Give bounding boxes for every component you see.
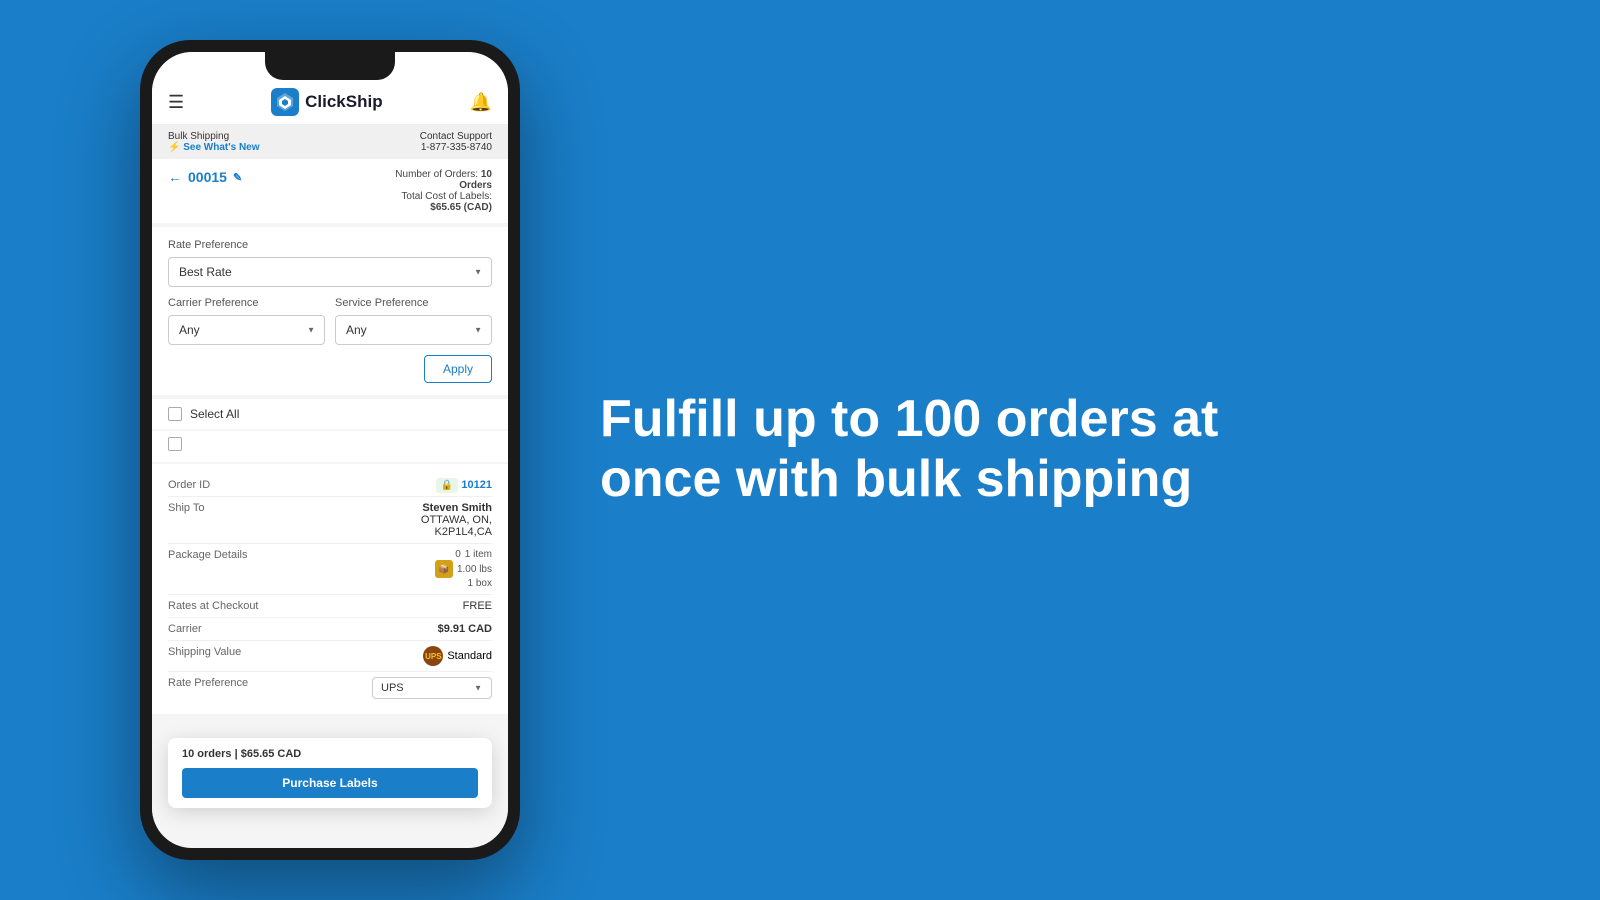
rate-preference-section: Rate Preference Best Rate Carrier Prefer… [152, 227, 508, 395]
num-orders-value: 10 [481, 169, 492, 180]
order-card: Order ID 🔒 10121 Ship To Steven Smith OT… [152, 464, 508, 714]
back-id: ← 00015 ✎ [168, 169, 242, 185]
package-details-value: 0 1 item 📦 1.00 lbs 1 box [435, 549, 492, 589]
popup-orders-summary: 10 orders | $65.65 CAD [182, 748, 478, 760]
contact-support-label: Contact Support [420, 131, 492, 142]
select-all-label: Select All [190, 407, 239, 421]
carrier-logo-area: UPS Standard [423, 646, 492, 666]
carrier-preference-label: Carrier Preference [168, 297, 325, 309]
apply-btn-row: Apply [168, 355, 492, 383]
service-preference-label: Service Preference [335, 297, 492, 309]
headline-line1: Fulfill up to 100 orders at [600, 390, 1520, 450]
purchase-labels-button[interactable]: Purchase Labels [182, 768, 478, 798]
headline: Fulfill up to 100 orders at once with bu… [600, 390, 1520, 510]
rate-preference-select-wrapper: Best Rate [168, 257, 492, 287]
service-select-wrapper: Any [335, 315, 492, 345]
package-box-row: 📦 1.00 lbs [435, 560, 492, 578]
bell-icon[interactable]: 🔔 [470, 92, 492, 113]
rates-checkout-row: Rates at Checkout FREE [168, 595, 492, 618]
package-details-row: Package Details 0 1 item 📦 1.00 lbs 1 bo… [168, 544, 492, 595]
carrier-select-wrapper: Any [168, 315, 325, 345]
logo-icon [271, 88, 299, 116]
phone-notch [265, 52, 395, 80]
banner-left: Bulk Shipping ⚡ See What's New [168, 131, 260, 153]
phone-outer: ☰ ClickShip 🔔 Bulk Shipp [140, 40, 520, 860]
carrier-preference-group: Carrier Preference Any [168, 297, 325, 345]
order-id-label: Order ID [168, 479, 210, 491]
order-id-row: Order ID 🔒 10121 [168, 474, 492, 497]
ship-to-label: Ship To [168, 502, 205, 514]
phone-mockup: ☰ ClickShip 🔔 Bulk Shipp [140, 40, 520, 860]
edit-icon[interactable]: ✎ [233, 171, 242, 184]
rate-pref-row-select-wrapper: UPS [372, 677, 492, 699]
ups-icon: UPS [423, 646, 443, 666]
rate-pref-row-label: Rate Preference [168, 677, 248, 689]
carrier-preference-select[interactable]: Any [168, 315, 325, 345]
order-checkbox[interactable] [168, 437, 182, 451]
rates-checkout-value: FREE [463, 600, 492, 612]
total-cost-label: Total Cost of Labels: [395, 191, 492, 202]
package-box-icon: 📦 [435, 560, 453, 578]
package-details-label: Package Details [168, 549, 248, 561]
service-preference-select[interactable]: Any [335, 315, 492, 345]
right-panel: Fulfill up to 100 orders at once with bu… [520, 390, 1600, 510]
rates-checkout-label: Rates at Checkout [168, 600, 259, 612]
total-cost-value: $65.65 (CAD) [395, 202, 492, 213]
rate-preference-label: Rate Preference [168, 239, 492, 251]
package-count: 0 [455, 549, 461, 560]
carrier-service-row: Carrier Preference Any Service Preferenc… [168, 297, 492, 345]
app-logo-text: ClickShip [305, 92, 382, 112]
order-id-value: 🔒 10121 [436, 479, 492, 491]
hamburger-icon[interactable]: ☰ [168, 92, 184, 113]
rate-pref-row-select[interactable]: UPS [372, 677, 492, 699]
page-title-row: ← 00015 ✎ Number of Orders: 10 Orders To… [152, 159, 508, 223]
orders-word: Orders [395, 180, 492, 191]
logo-area: ClickShip [271, 88, 382, 116]
apply-button[interactable]: Apply [424, 355, 492, 383]
see-whats-new-link[interactable]: ⚡ See What's New [168, 142, 260, 153]
bottom-popup: 10 orders | $65.65 CAD Purchase Labels [168, 738, 492, 808]
back-arrow-icon[interactable]: ← [168, 169, 182, 185]
carrier-service-name: Standard [447, 650, 492, 662]
carrier-value: $9.91 CAD [438, 623, 492, 635]
ship-to-value: Steven Smith OTTAWA, ON, K2P1L4,CA [421, 502, 492, 538]
select-all-row: Select All [152, 399, 508, 429]
num-orders-label: Number of Orders: [395, 169, 478, 180]
carrier-logo-row: Shipping Value UPS Standard [168, 641, 492, 672]
rate-preference-select[interactable]: Best Rate [168, 257, 492, 287]
rate-pref-row: Rate Preference UPS [168, 672, 492, 704]
carrier-row: Carrier $9.91 CAD [168, 618, 492, 641]
order-number: 00015 [188, 169, 227, 185]
bulk-shipping-label: Bulk Shipping [168, 131, 260, 142]
item-count: 1 item [465, 549, 492, 560]
carrier-label: Carrier [168, 623, 202, 635]
banner-right: Contact Support 1-877-335-8740 [420, 131, 492, 153]
top-banner: Bulk Shipping ⚡ See What's New Contact S… [152, 125, 508, 159]
phone-screen: ☰ ClickShip 🔔 Bulk Shipp [152, 52, 508, 848]
ship-to-row: Ship To Steven Smith OTTAWA, ON, K2P1L4,… [168, 497, 492, 544]
package-icons: 0 1 item [435, 549, 492, 560]
phone-number-label: 1-877-335-8740 [420, 142, 492, 153]
shipping-value-label: Shipping Value [168, 646, 241, 658]
order-summary: Number of Orders: 10 Orders Total Cost o… [395, 169, 492, 213]
select-all-checkbox[interactable] [168, 407, 182, 421]
sub-checkbox-row [152, 431, 508, 462]
headline-line2: once with bulk shipping [600, 450, 1520, 510]
service-preference-group: Service Preference Any [335, 297, 492, 345]
